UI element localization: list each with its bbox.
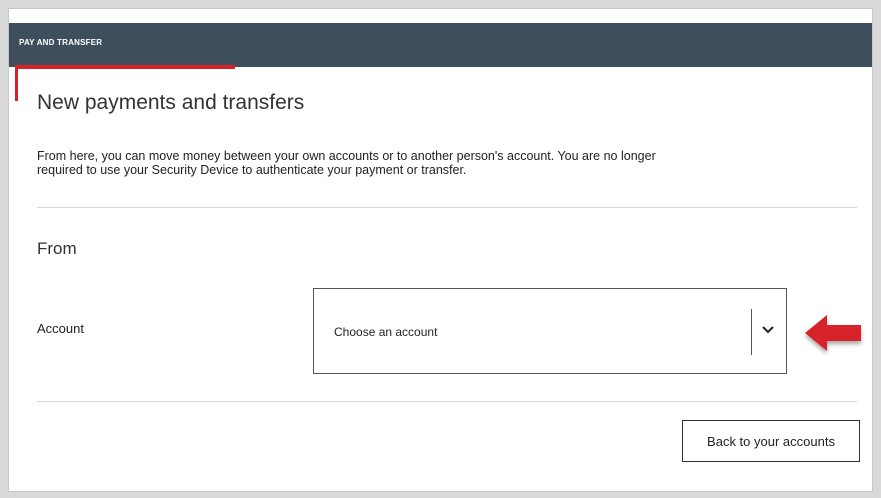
section-header-label: PAY AND TRANSFER — [19, 38, 103, 47]
account-select[interactable]: Choose an account — [313, 288, 787, 374]
account-select-value: Choose an account — [334, 325, 438, 339]
page-title: New payments and transfers — [37, 91, 305, 114]
intro-line-2: required to use your Security Device to … — [37, 163, 467, 177]
section-header-bar: PAY AND TRANSFER — [9, 23, 872, 67]
intro-line-1: From here, you can move money between yo… — [37, 149, 656, 163]
select-separator — [751, 309, 752, 355]
page-frame: PAY AND TRANSFER New payments and transf… — [8, 8, 873, 492]
account-label: Account — [37, 321, 84, 336]
divider-top — [37, 207, 857, 208]
from-section-heading: From — [37, 239, 77, 258]
active-tab-indicator — [15, 65, 235, 69]
divider-bottom — [37, 401, 857, 402]
red-arrow-icon — [805, 315, 861, 351]
intro-text: From here, you can move money between yo… — [37, 149, 837, 177]
chevron-down-icon[interactable] — [760, 322, 776, 338]
active-tab-side-accent — [15, 65, 18, 101]
back-to-accounts-button[interactable]: Back to your accounts — [682, 420, 860, 462]
